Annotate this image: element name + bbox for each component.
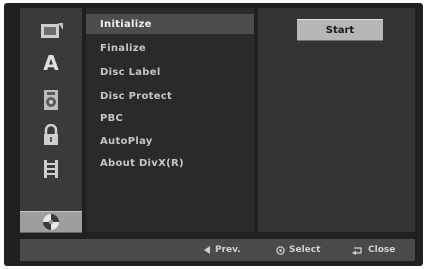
menu-item-label: Disc Protect [100,90,173,102]
menu-item-label: AutoPlay [100,135,153,147]
close-hint[interactable]: Close [352,245,395,255]
recording-icon [44,160,58,178]
menu-item-autoplay[interactable]: AutoPlay [86,131,254,151]
menu-item-label: About DivX(R) [100,157,184,169]
menu-item-label: PBC [100,112,124,124]
select-hint[interactable]: Select [276,245,320,255]
menu-item-label: Initialize [100,18,152,30]
close-label: Close [368,245,396,255]
return-icon [352,246,362,255]
menu-item-finalize[interactable]: Finalize [86,38,254,58]
menu-item-about-divx[interactable]: About DivX(R) [86,153,254,173]
disc-settings-icon [41,23,63,38]
rail-item-disc-settings[interactable] [20,15,82,47]
prev-label: Prev. [215,245,241,255]
select-button-icon [276,245,285,255]
menu-item-label: Finalize [100,42,146,54]
disc-icon [43,214,59,230]
start-button[interactable]: Start [297,19,383,41]
rail-item-recording[interactable] [20,153,82,185]
prev-hint[interactable]: Prev. [204,245,241,255]
language-icon: A [43,51,59,75]
action-panel [258,8,415,232]
menu-item-disc-protect[interactable]: Disc Protect [86,86,254,106]
left-arrow-icon [204,246,210,254]
select-label: Select [289,245,321,255]
rail-item-audio[interactable] [20,84,82,116]
lock-icon [44,124,58,145]
menu-item-disc-label[interactable]: Disc Label [86,62,254,82]
rail-item-lock[interactable] [20,119,82,151]
menu-item-pbc[interactable]: PBC [86,108,254,128]
rail-item-language[interactable]: A [20,47,82,79]
menu-item-initialize[interactable]: Initialize [86,14,254,34]
menu-item-label: Disc Label [100,66,161,78]
audio-icon [44,90,58,110]
rail-item-disc[interactable] [20,211,82,233]
